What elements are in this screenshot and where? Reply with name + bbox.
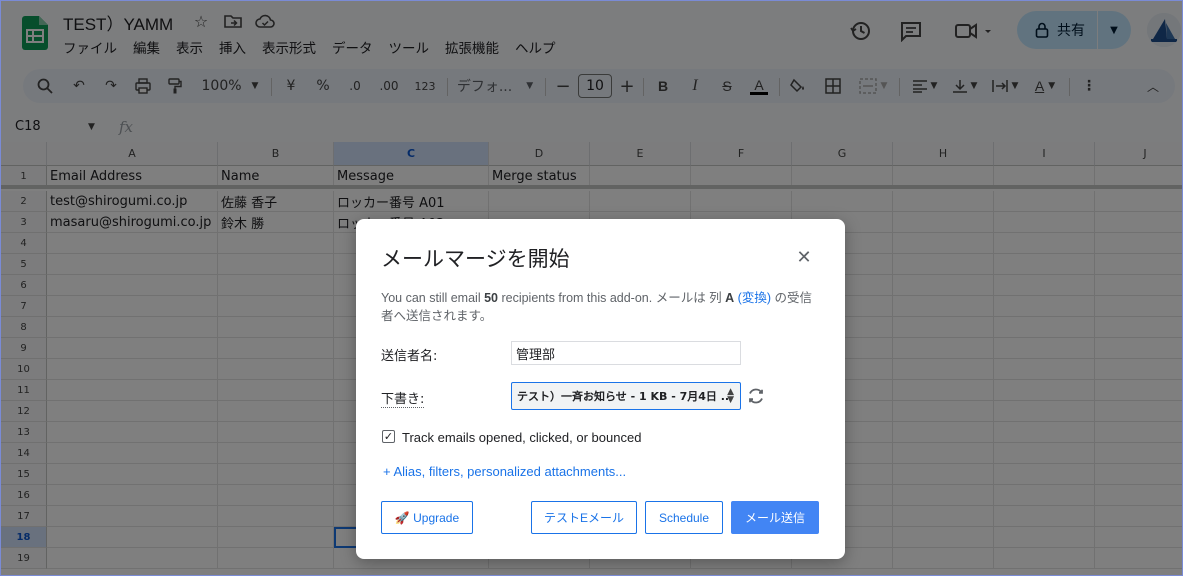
quota-info: You can still email 50 recipients from t… [381,289,821,325]
info-prefix: You can still email [381,291,485,305]
schedule-button[interactable]: Schedule [645,501,723,534]
draft-select[interactable]: テスト）一斉お知らせ - 1 KB - 7月4日 ... ▲ ▼ [511,382,741,410]
select-arrows-icon: ▲ ▼ [727,387,734,405]
track-emails-label[interactable]: Track emails opened, clicked, or bounced [402,430,641,445]
draft-value: テスト）一斉お知らせ - 1 KB - 7月4日 ... [517,390,734,403]
send-emails-button[interactable]: メール送信 [731,501,819,534]
upgrade-button[interactable]: 🚀 Upgrade [381,501,473,534]
change-column-link[interactable]: (変換) [738,291,771,305]
draft-label: 下書き: [381,388,425,408]
info-middle: recipients from this add-on. メールは 列 [497,291,726,305]
checkmark-icon: ✓ [383,431,394,443]
dialog-title: メールマージを開始 [381,247,570,271]
refresh-drafts-icon[interactable] [746,386,766,406]
recipient-column: A [725,291,735,305]
close-icon[interactable]: ✕ [796,248,812,266]
app-frame: TEST）YAMM ☆ ファイル 編集 表示 挿入 表示形式 データ ツール 拡… [0,0,1183,576]
track-emails-checkbox[interactable]: ✓ [382,430,395,443]
advanced-options-link[interactable]: + Alias, filters, personalized attachmen… [383,464,626,479]
test-email-button[interactable]: テストEメール [531,501,637,534]
sender-name-label: 送信者名: [381,349,438,364]
sender-name-input[interactable]: 管理部 [511,341,741,365]
recipient-quota: 50 [484,291,498,305]
mail-merge-dialog: メールマージを開始 ✕ You can still email 50 recip… [356,219,845,559]
